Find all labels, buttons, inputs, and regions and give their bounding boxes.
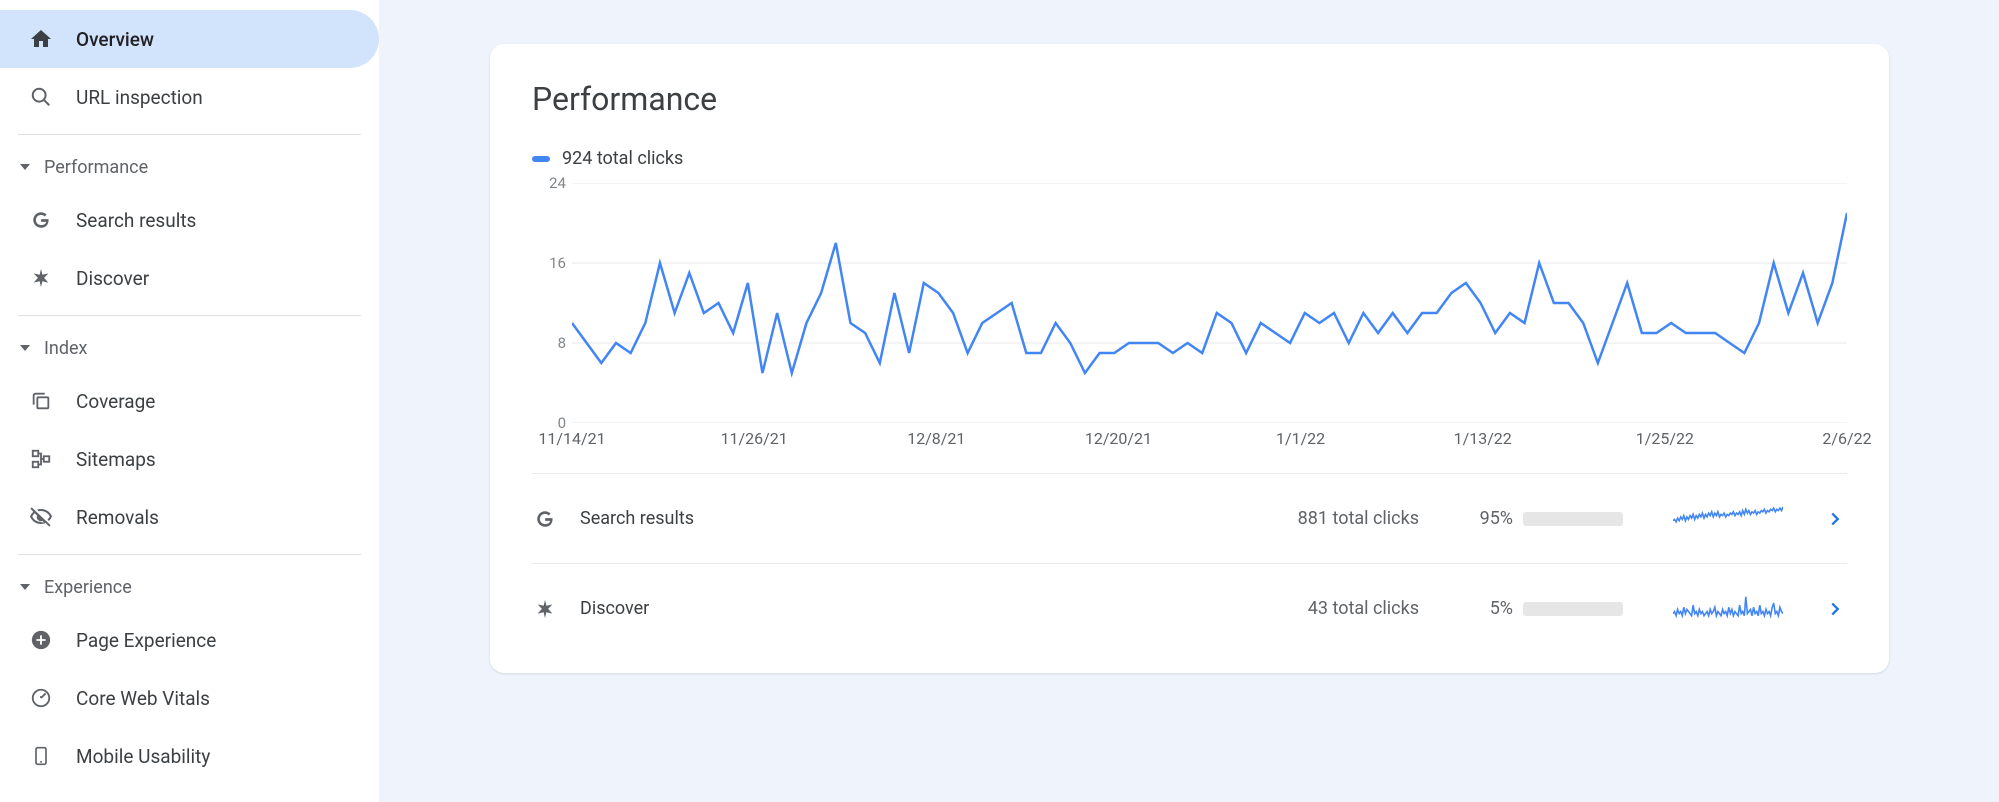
row-clicks: 881 total clicks (1298, 508, 1419, 529)
home-icon (28, 26, 54, 52)
visibility-off-icon (28, 504, 54, 530)
sidebar: Overview URL inspection Performance Sear… (0, 0, 380, 802)
breakdown-rows: Search results 881 total clicks 95% Disc… (532, 473, 1847, 653)
sidebar-search-results-label: Search results (76, 209, 196, 232)
row-sparkline (1673, 595, 1783, 623)
row-label: Discover (580, 598, 649, 619)
mobile-icon (28, 743, 54, 769)
sidebar-cwv-label: Core Web Vitals (76, 687, 210, 710)
x-tick-label: 1/1/22 (1276, 429, 1325, 448)
sidebar-item-mobile-usability[interactable]: Mobile Usability (0, 727, 379, 785)
card-title: Performance (532, 80, 1847, 118)
x-tick-label: 12/20/21 (1085, 429, 1152, 448)
y-tick-label: 24 (549, 174, 566, 192)
sidebar-mobile-usability-label: Mobile Usability (76, 745, 210, 768)
row-bar (1523, 602, 1623, 616)
sidebar-url-inspection-label: URL inspection (76, 86, 203, 109)
sitemap-icon (28, 446, 54, 472)
row-label: Search results (580, 508, 694, 529)
x-tick-label: 12/8/21 (907, 429, 965, 448)
plus-circle-icon (28, 627, 54, 653)
sidebar-coverage-label: Coverage (76, 390, 155, 413)
legend-label: 924 total clicks (562, 148, 683, 169)
sidebar-section-index[interactable]: Index (0, 324, 379, 372)
sidebar-section-experience-label: Experience (44, 577, 132, 598)
sidebar-section-performance-label: Performance (44, 157, 148, 178)
x-tick-label: 1/25/22 (1636, 429, 1694, 448)
legend-swatch-icon (532, 156, 550, 162)
sidebar-discover-label: Discover (76, 267, 149, 290)
row-sparkline (1673, 505, 1783, 533)
x-tick-label: 1/13/22 (1454, 429, 1512, 448)
gauge-icon (28, 685, 54, 711)
sidebar-item-coverage[interactable]: Coverage (0, 372, 379, 430)
breakdown-row-search-results[interactable]: Search results 881 total clicks 95% (532, 473, 1847, 563)
chevron-right-icon (1823, 598, 1847, 620)
copy-icon (28, 388, 54, 414)
breakdown-row-discover[interactable]: Discover 43 total clicks 5% (532, 563, 1847, 653)
main-content: Performance 924 total clicks 081624 11/1… (380, 0, 1999, 802)
y-tick-label: 16 (549, 254, 566, 272)
caret-down-icon (18, 584, 32, 590)
sidebar-section-experience[interactable]: Experience (0, 563, 379, 611)
sidebar-item-page-experience[interactable]: Page Experience (0, 611, 379, 669)
divider (18, 134, 361, 135)
chart-area (572, 183, 1847, 423)
row-percent: 5% (1459, 598, 1513, 619)
sidebar-item-url-inspection[interactable]: URL inspection (0, 68, 379, 126)
chart-legend: 924 total clicks (532, 148, 1847, 169)
y-tick-label: 8 (558, 334, 566, 352)
google-icon (28, 207, 54, 233)
sidebar-item-core-web-vitals[interactable]: Core Web Vitals (0, 669, 379, 727)
performance-chart[interactable]: 081624 11/14/2111/26/2112/8/2112/20/211/… (532, 183, 1847, 463)
sidebar-item-search-results[interactable]: Search results (0, 191, 379, 249)
asterisk-icon (28, 265, 54, 291)
chart-x-axis: 11/14/2111/26/2112/8/2112/20/211/1/221/1… (572, 429, 1847, 463)
divider (18, 554, 361, 555)
sidebar-item-discover[interactable]: Discover (0, 249, 379, 307)
asterisk-icon (532, 596, 558, 622)
sidebar-sitemaps-label: Sitemaps (76, 448, 156, 471)
chart-y-axis: 081624 (532, 183, 572, 423)
sidebar-removals-label: Removals (76, 506, 159, 529)
x-tick-label: 11/14/21 (538, 429, 605, 448)
sidebar-item-removals[interactable]: Removals (0, 488, 379, 546)
search-icon (28, 84, 54, 110)
row-bar (1523, 512, 1623, 526)
sidebar-section-index-label: Index (44, 338, 87, 359)
sidebar-item-overview[interactable]: Overview (0, 10, 379, 68)
row-clicks: 43 total clicks (1308, 598, 1419, 619)
caret-down-icon (18, 164, 32, 170)
sidebar-section-performance[interactable]: Performance (0, 143, 379, 191)
chevron-right-icon (1823, 508, 1847, 530)
row-percent: 95% (1459, 508, 1513, 529)
x-tick-label: 11/26/21 (721, 429, 788, 448)
x-tick-label: 2/6/22 (1822, 429, 1871, 448)
performance-card: Performance 924 total clicks 081624 11/1… (490, 44, 1889, 673)
google-icon (532, 506, 558, 532)
sidebar-page-experience-label: Page Experience (76, 629, 216, 652)
sidebar-overview-label: Overview (76, 28, 154, 51)
caret-down-icon (18, 345, 32, 351)
divider (18, 315, 361, 316)
sidebar-item-sitemaps[interactable]: Sitemaps (0, 430, 379, 488)
